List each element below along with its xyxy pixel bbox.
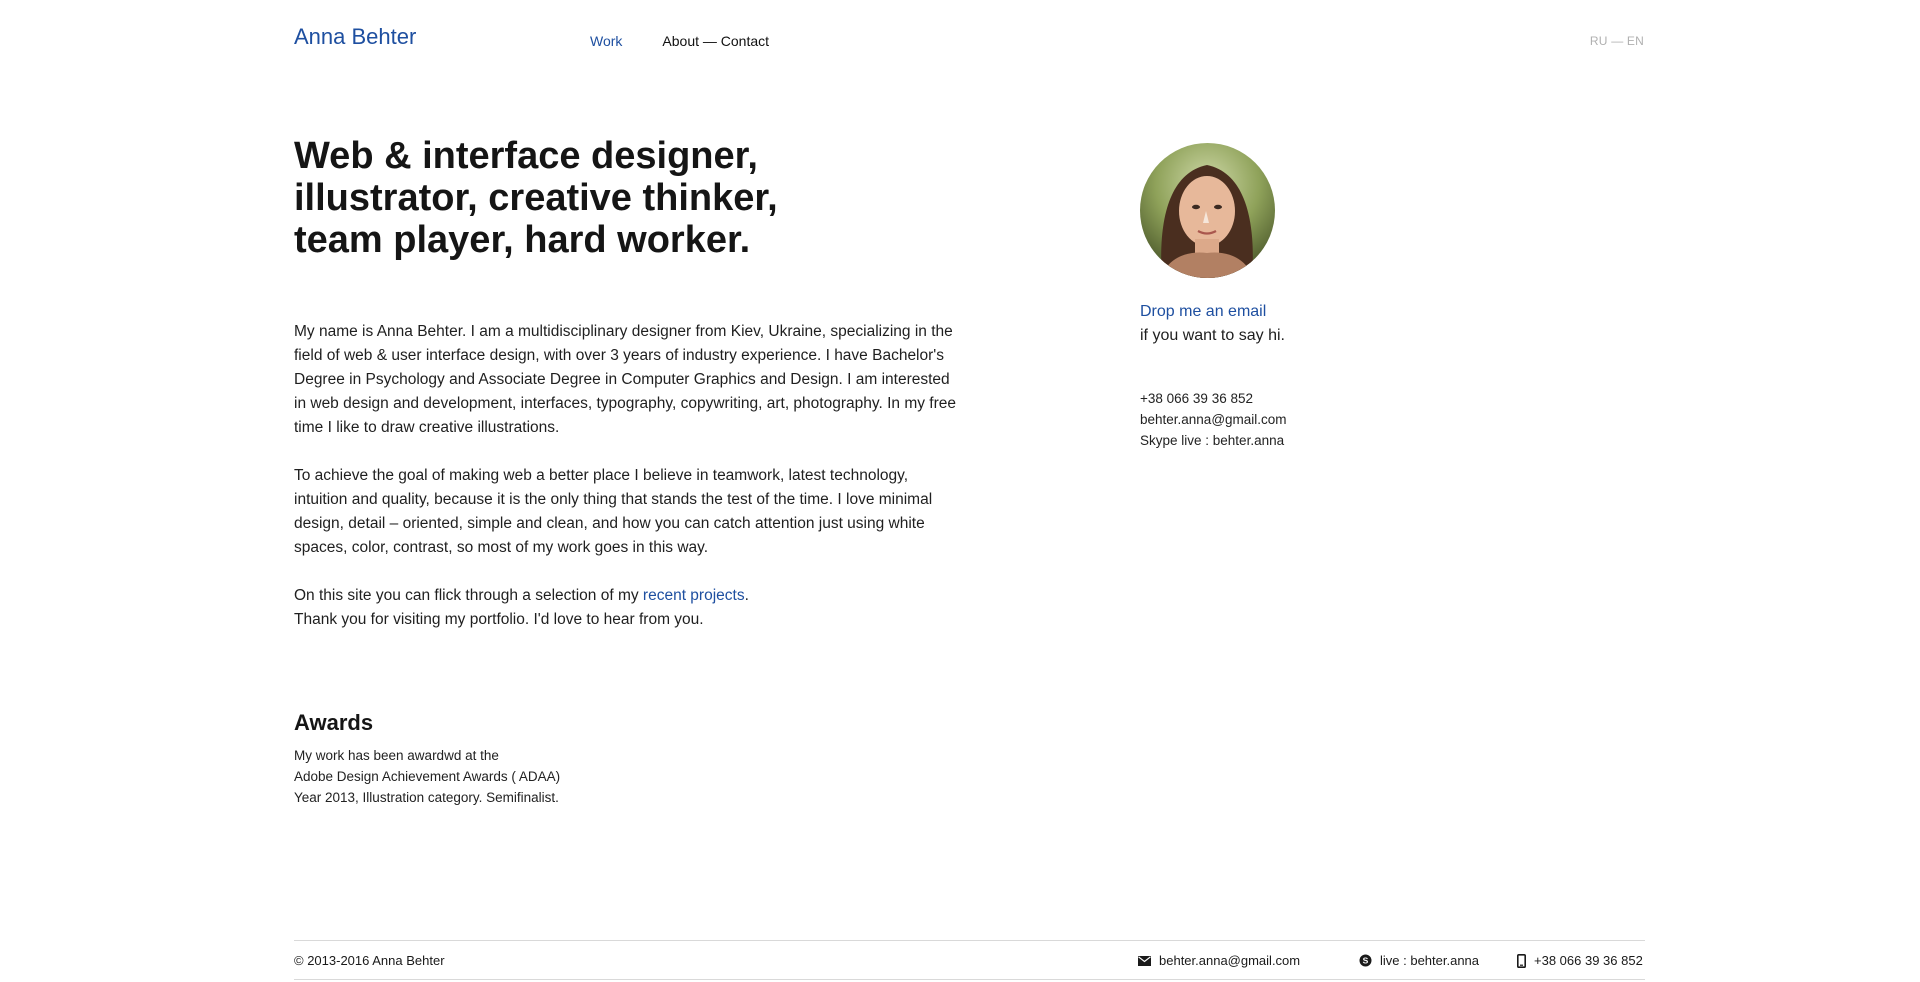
footer-phone[interactable]: +38 066 39 36 852	[1517, 953, 1643, 968]
phone-icon	[1517, 953, 1526, 968]
main-nav: Work About — Contact	[590, 33, 769, 49]
say-hi-text: if you want to say hi.	[1140, 327, 1285, 344]
footer-skype-text: live : behter.anna	[1380, 953, 1480, 968]
projects-text-end: .	[744, 587, 749, 604]
email-link[interactable]: Drop me an email	[1140, 303, 1266, 321]
brand-logo[interactable]: Anna Behter	[294, 24, 416, 50]
projects-paragraph: On this site you can flick through a sel…	[294, 584, 964, 632]
footer-email[interactable]: behter.anna@gmail.com	[1138, 953, 1300, 968]
footer-phone-text: +38 066 39 36 852	[1534, 953, 1643, 968]
bio-paragraph: My name is Anna Behter. I am a multidisc…	[294, 323, 956, 436]
footer: © 2013-2016 Anna Behter behter.anna@gmai…	[294, 940, 1645, 980]
awards-text: My work has been awardwd at the Adobe De…	[294, 745, 560, 808]
recent-projects-link[interactable]: recent projects	[643, 587, 745, 604]
skype-icon: S	[1359, 954, 1372, 967]
envelope-icon	[1138, 955, 1151, 966]
page-title: Web & interface designer, illustrator, c…	[294, 135, 778, 261]
awards-line: My work has been awardwd at the	[294, 748, 499, 763]
contact-skype: Skype live : behter.anna	[1140, 433, 1285, 448]
contact-email: behter.anna@gmail.com	[1140, 412, 1287, 427]
headline-line: Web & interface designer,	[294, 135, 758, 177]
headline-line: illustrator, creative thinker,	[294, 177, 778, 219]
nav-item-work[interactable]: Work	[590, 33, 622, 49]
awards-heading: Awards	[294, 710, 374, 735]
thanks-text: Thank you for visiting my portfolio. I'd…	[294, 611, 704, 628]
copyright-text: © 2013-2016 Anna Behter	[294, 953, 445, 968]
awards-line: Adobe Design Achievement Awards ( ADAA)	[294, 769, 561, 784]
contact-phone: +38 066 39 36 852	[1140, 391, 1253, 406]
headline-line: team player, hard worker.	[294, 219, 751, 261]
bio-paragraph: To achieve the goal of making web a bett…	[294, 467, 933, 556]
avatar	[1140, 143, 1275, 278]
bio-section: My name is Anna Behter. I am a multidisc…	[294, 320, 964, 632]
contact-details: +38 066 39 36 852 behter.anna@gmail.com …	[1140, 388, 1287, 451]
awards-line: Year 2013, Illustration category. Semifi…	[294, 790, 559, 805]
language-switcher[interactable]: RU — EN	[1590, 34, 1644, 48]
svg-text:S: S	[1363, 956, 1369, 966]
footer-email-text: behter.anna@gmail.com	[1159, 953, 1301, 968]
footer-skype[interactable]: S live : behter.anna	[1359, 953, 1479, 968]
projects-text: On this site you can flick through a sel…	[294, 587, 643, 604]
nav-item-about-contact[interactable]: About — Contact	[662, 33, 769, 49]
